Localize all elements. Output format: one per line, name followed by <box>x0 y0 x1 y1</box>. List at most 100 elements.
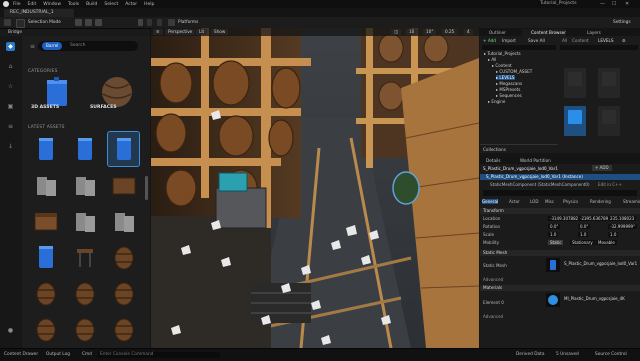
folder-tree-item[interactable]: ▸ Tutorial_Projects <box>484 51 521 56</box>
settings-button[interactable]: Settings <box>613 19 631 26</box>
asset-thumbnail[interactable] <box>69 204 100 238</box>
menu-tools[interactable]: Tools <box>68 2 79 7</box>
save-icon[interactable] <box>4 19 11 26</box>
import-button[interactable]: Import <box>502 38 516 43</box>
add-component-button[interactable]: + ADD <box>592 165 612 171</box>
mobility-static[interactable]: Static <box>548 240 564 245</box>
advanced-toggle[interactable]: Advanced <box>483 277 503 282</box>
close-button[interactable]: ✕ <box>625 1 629 7</box>
grid-snap-value[interactable]: 10 <box>406 29 418 35</box>
menu-edit[interactable]: Edit <box>28 2 37 7</box>
folder-tree-item[interactable]: ▸ Sequences <box>496 93 522 98</box>
asset-thumbnail[interactable] <box>107 131 140 167</box>
scale-z[interactable]: 1.0 <box>608 232 619 237</box>
advanced-toggle-2[interactable]: Advanced <box>483 314 503 319</box>
rotate-snap-value[interactable]: 10° <box>423 29 437 35</box>
rotation-z[interactable]: -32.999999° <box>608 224 638 229</box>
selection-mode-dropdown[interactable]: Selection Mode <box>28 19 61 26</box>
asset-tile[interactable] <box>564 106 586 136</box>
asset-thumbnail[interactable] <box>30 240 61 274</box>
asset-thumbnail[interactable] <box>108 204 139 238</box>
asset-thumbnail[interactable] <box>30 312 61 346</box>
blueprint-icon[interactable] <box>85 19 92 26</box>
add-button[interactable]: + Add <box>483 38 496 43</box>
minimize-button[interactable]: — <box>600 1 605 7</box>
output-log-button[interactable]: Output Log <box>46 352 70 358</box>
filter-tab-general[interactable]: General <box>482 199 499 204</box>
folder-tree-item[interactable]: ▸ Content <box>492 63 512 68</box>
transform-section[interactable]: Transform <box>480 208 640 214</box>
lit-button[interactable]: Lit <box>196 29 208 35</box>
folder-tree-item[interactable]: ▸ MSPresets <box>496 87 520 92</box>
camera-speed-value[interactable]: 4 <box>464 29 473 35</box>
folder-tree-item[interactable]: ▸ LEVELS <box>496 75 515 80</box>
asset-thumbnail[interactable] <box>30 204 61 238</box>
user-icon[interactable]: ● <box>6 326 15 335</box>
show-button[interactable]: Show <box>211 29 229 35</box>
download-icon[interactable]: ↓ <box>6 142 15 151</box>
mode-icon[interactable] <box>16 19 25 28</box>
stop-icon[interactable] <box>157 19 162 26</box>
rotation-y[interactable]: 0.0° <box>578 224 591 229</box>
asset-tile[interactable] <box>598 68 620 98</box>
level-viewport[interactable]: ≡ Perspective Lit Show ◫ 10 10° 0.25 4 <box>151 28 479 348</box>
menu-actor[interactable]: Actor <box>125 2 137 7</box>
filter-tab-streaming[interactable]: Streaming <box>623 199 640 204</box>
asset-thumbnail[interactable] <box>30 276 61 310</box>
details-search-input[interactable] <box>483 190 637 196</box>
settings-icon[interactable]: ⚙ <box>622 38 626 43</box>
derived-data-button[interactable]: Derived Data <box>516 352 544 358</box>
folder-tree-item[interactable]: ▸ Megascans <box>496 81 522 86</box>
bridge-scrollbar[interactable] <box>145 176 148 200</box>
asset-thumbnail[interactable] <box>69 276 100 310</box>
folder-tree-item[interactable]: ▸ All <box>488 57 496 62</box>
collections-icon[interactable]: ≡ <box>6 122 15 131</box>
warehouse-scene[interactable] <box>151 28 479 348</box>
bridge-search-input[interactable]: Barrel Search <box>38 41 138 51</box>
material-value[interactable]: MI_Plastic_Drum_vgpcsjaie_4K <box>562 296 627 301</box>
scale-x[interactable]: 1.0 <box>548 232 559 237</box>
folder-tree-item[interactable]: ▸ Engine <box>488 99 505 104</box>
asset-tile[interactable] <box>598 106 620 136</box>
location-y[interactable]: -2395.636789 <box>578 216 611 221</box>
content-drawer-button[interactable]: Content Drawer <box>4 352 38 358</box>
folder-search-input[interactable] <box>482 45 556 50</box>
menu-build[interactable]: Build <box>86 2 97 7</box>
filter-tab-physics[interactable]: Physics <box>563 199 578 204</box>
static-mesh-section[interactable]: Static Mesh <box>480 250 640 256</box>
asset-thumbnail[interactable] <box>69 168 100 202</box>
path-root[interactable]: All <box>562 38 567 43</box>
static-mesh-value[interactable]: S_Plastic_Drum_vgpcsjaie_lod0_Var1 <box>562 261 640 266</box>
level-tab[interactable]: REC_INDUSTRIAL_1 <box>4 9 74 17</box>
unreal-logo-icon[interactable] <box>3 1 9 7</box>
tab-outliner[interactable]: Outliner <box>480 29 506 36</box>
maximize-button[interactable]: ☐ <box>612 1 616 7</box>
asset-thumbnail[interactable] <box>108 168 139 202</box>
asset-tile[interactable] <box>564 68 586 98</box>
component-row-mesh[interactable]: StaticMeshComponent (StaticMeshComponent… <box>490 182 590 187</box>
tab-layers[interactable]: Layers <box>578 29 601 36</box>
local-icon[interactable]: ▣ <box>6 102 15 111</box>
asset-thumbnail[interactable] <box>30 132 61 166</box>
edit-in-cpp-link[interactable]: Edit in C++ <box>598 182 622 187</box>
pause-icon[interactable] <box>147 19 152 26</box>
megascans-icon[interactable]: ◆ <box>6 42 15 51</box>
scale-y[interactable]: 1.0 <box>578 232 589 237</box>
quick-add-icon[interactable] <box>75 19 82 26</box>
location-x[interactable]: -3149.307882 <box>548 216 581 221</box>
unsaved-button[interactable]: 5 Unsaved <box>556 352 579 358</box>
actor-name[interactable]: S_Plastic_Drum_vgpcsjaie_lod0_Var1 <box>483 166 558 171</box>
cmd-dropdown[interactable]: Cmd <box>82 352 92 358</box>
home-icon[interactable]: ⌂ <box>6 62 15 71</box>
viewport-options-icon[interactable]: ≡ <box>153 29 163 35</box>
asset-thumbnail[interactable] <box>69 240 100 274</box>
save-all-button[interactable]: Save All <box>528 38 545 43</box>
location-z[interactable]: 235.108023 <box>608 216 637 221</box>
asset-thumbnail[interactable] <box>108 312 139 346</box>
collections-label[interactable]: Collections <box>483 147 506 152</box>
tab-content-browser[interactable]: Content Browser <box>522 29 566 36</box>
asset-search-input[interactable] <box>560 45 638 50</box>
source-control-button[interactable]: Source Control <box>595 352 627 358</box>
platforms-button[interactable]: Platforms <box>178 19 198 26</box>
filter-tab-actor[interactable]: Actor <box>509 199 520 204</box>
